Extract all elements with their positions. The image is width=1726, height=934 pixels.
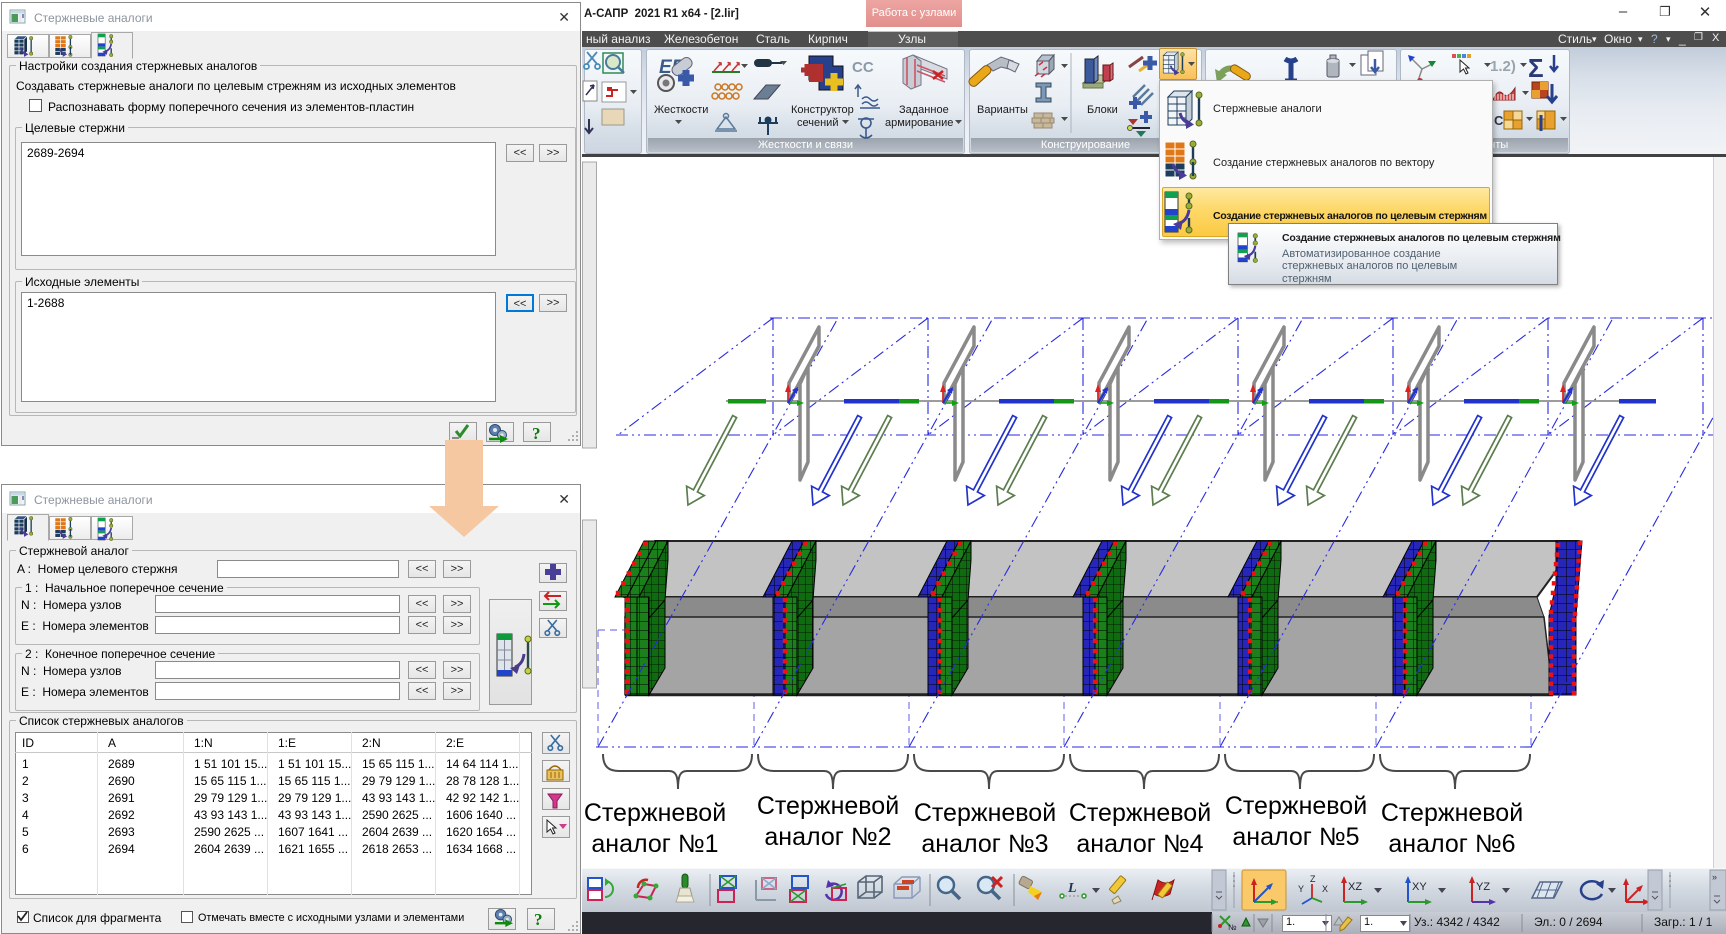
svg-text:Z: Z: [1310, 874, 1316, 884]
svg-text:№: №: [1228, 923, 1237, 932]
svg-text:Варианты: Варианты: [977, 104, 1028, 116]
svg-text:XZ: XZ: [1348, 881, 1362, 893]
svg-text:1.2): 1.2): [1490, 58, 1516, 75]
svg-text:CC: CC: [852, 59, 874, 76]
svg-text:армирование: армирование: [885, 117, 953, 129]
svg-text:Конструктор: Конструктор: [791, 104, 854, 116]
svg-text:Y: Y: [1298, 884, 1304, 894]
svg-text:сечений: сечений: [797, 117, 838, 129]
svg-text:?: ?: [532, 424, 541, 443]
svg-text:Σ: Σ: [1528, 53, 1544, 83]
svg-text:Жесткости: Жесткости: [654, 104, 708, 116]
svg-text:»: »: [1712, 872, 1717, 882]
svg-text:?: ?: [534, 910, 543, 929]
svg-text:XY: XY: [1412, 881, 1427, 893]
svg-text:L: L: [1067, 881, 1077, 896]
svg-text:C: C: [1494, 113, 1504, 128]
svg-text:Заданное: Заданное: [899, 104, 949, 116]
svg-text:X: X: [1322, 884, 1328, 894]
svg-text:YZ: YZ: [1476, 881, 1490, 893]
svg-text:Блоки: Блоки: [1087, 104, 1118, 116]
